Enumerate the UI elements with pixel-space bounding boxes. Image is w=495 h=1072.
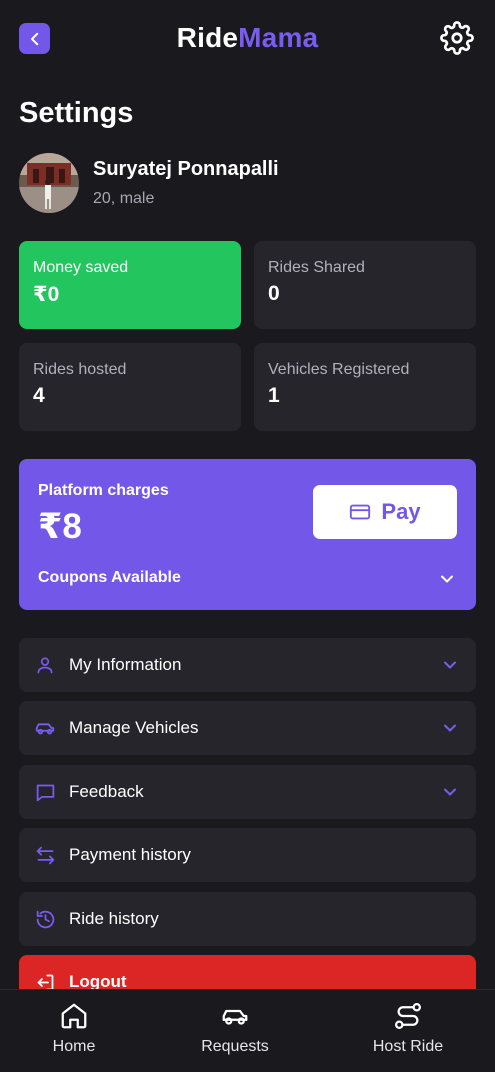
platform-charges-amount: ₹8: [38, 507, 82, 546]
stat-label: Money saved: [33, 259, 129, 276]
history-icon: [33, 907, 57, 931]
menu-label: Manage Vehicles: [69, 718, 199, 737]
pay-button[interactable]: Pay: [313, 485, 457, 539]
nav-label: Home: [52, 1038, 96, 1055]
user-name: Suryatej Ponnapalli: [93, 158, 279, 180]
pay-button-label: Pay: [381, 499, 421, 524]
car-icon: [175, 1000, 295, 1032]
menu-manage-vehicles[interactable]: Manage Vehicles: [19, 701, 476, 755]
menu-feedback[interactable]: Feedback: [19, 765, 476, 819]
page-title: Settings: [19, 97, 134, 129]
stat-money-saved: Money saved ₹0: [19, 241, 241, 329]
stat-vehicles-registered: Vehicles Registered 1: [254, 343, 476, 431]
stat-rides-hosted: Rides hosted 4: [19, 343, 241, 431]
stat-label: Vehicles Registered: [268, 361, 410, 378]
user-icon: [33, 653, 57, 677]
stat-label: Rides Shared: [268, 259, 365, 276]
menu-label: Feedback: [69, 782, 144, 801]
nav-label: Host Ride: [372, 1038, 444, 1055]
bottom-navigation: Home Requests Host Ride: [0, 989, 495, 1072]
route-icon: [348, 1000, 468, 1032]
user-age-gender: 20, male: [93, 190, 155, 207]
app-header: RideMama: [0, 0, 495, 78]
chevron-down-icon: [444, 661, 456, 669]
chevron-down-icon: [444, 788, 456, 796]
menu-label: Ride history: [69, 909, 159, 928]
menu-label: My Information: [69, 655, 182, 674]
chevron-down-icon[interactable]: [437, 569, 457, 589]
stat-rides-shared: Rides Shared 0: [254, 241, 476, 329]
message-icon: [33, 780, 57, 804]
menu-payment-history[interactable]: Payment history: [19, 828, 476, 882]
nav-requests[interactable]: Requests: [175, 1000, 295, 1056]
menu-label: Payment history: [69, 845, 191, 864]
stat-value: ₹0: [33, 283, 60, 306]
platform-charges-title: Platform charges: [38, 482, 169, 499]
gear-icon: [440, 21, 474, 55]
stat-value: 1: [268, 384, 280, 407]
home-icon: [14, 1000, 134, 1032]
menu-my-information[interactable]: My Information: [19, 638, 476, 692]
credit-card-icon: [350, 504, 371, 520]
menu-ride-history[interactable]: Ride history: [19, 892, 476, 946]
brand-part-mama: Mama: [238, 22, 319, 53]
platform-charges-card: Platform charges ₹8 Pay Coupons Availabl…: [19, 459, 476, 610]
stat-label: Rides hosted: [33, 361, 127, 378]
nav-host-ride[interactable]: Host Ride: [348, 1000, 468, 1056]
brand-part-ride: Ride: [176, 22, 239, 53]
avatar: [19, 153, 79, 213]
app-logo: RideMama: [0, 22, 495, 54]
settings-button[interactable]: [439, 20, 475, 56]
coupons-available-toggle[interactable]: Coupons Available: [38, 569, 181, 587]
stat-value: 4: [33, 384, 45, 407]
transfer-icon: [33, 843, 57, 867]
nav-label: Requests: [201, 1038, 269, 1055]
car-icon: [33, 716, 57, 740]
chevron-down-icon: [444, 724, 456, 732]
nav-home[interactable]: Home: [14, 1000, 134, 1056]
stat-value: 0: [268, 282, 280, 305]
